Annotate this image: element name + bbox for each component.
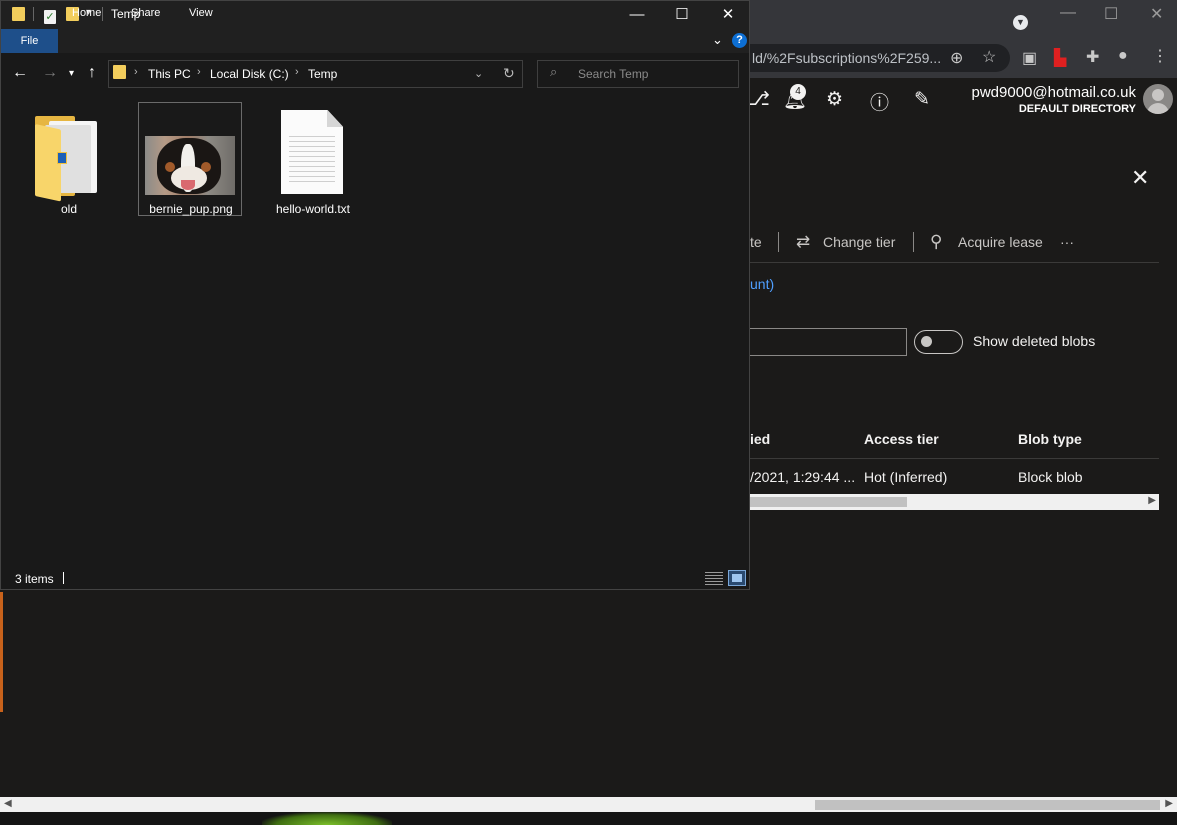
blade-close-icon[interactable]: ✕ xyxy=(1131,165,1149,191)
scroll-left-icon[interactable]: ◀ xyxy=(4,798,12,809)
tab-file[interactable]: File xyxy=(1,29,58,53)
pdf-extension-icon[interactable]: ▙ xyxy=(1054,48,1066,68)
folder-icon xyxy=(12,7,25,26)
column-header-blob-type[interactable]: Blob type xyxy=(1018,431,1082,447)
page-horizontal-scrollbar[interactable]: ◀ ▶ xyxy=(0,797,1177,812)
close-button[interactable]: ✕ xyxy=(705,3,751,27)
acquire-lease-button[interactable]: Acquire lease xyxy=(958,234,1043,250)
bookmark-star-icon[interactable]: ☆ xyxy=(982,47,996,67)
breadcrumb-this-pc[interactable]: This PC xyxy=(148,67,191,81)
chrome-menu-icon[interactable]: ⋮ xyxy=(1152,46,1168,66)
divider xyxy=(750,458,1159,459)
item-label: hello-world.txt xyxy=(275,202,351,216)
browser-maximize-button[interactable]: ☐ xyxy=(1104,4,1118,24)
table-cell-blob-type: Block blob xyxy=(1018,469,1083,485)
show-deleted-label: Show deleted blobs xyxy=(973,333,1096,349)
cloud-shell-icon[interactable]: ⎇ xyxy=(748,88,770,111)
chevron-right-icon[interactable]: › xyxy=(295,66,299,78)
properties-icon[interactable]: ✓ xyxy=(44,7,56,25)
address-dropdown-icon[interactable]: ⌄ xyxy=(474,67,483,80)
separator xyxy=(102,7,103,21)
breadcrumb-local-disk[interactable]: Local Disk (C:) xyxy=(210,67,289,81)
acquire-lease-icon[interactable]: ⚲ xyxy=(930,232,942,252)
command-separator xyxy=(913,232,914,252)
profile-icon[interactable]: ● xyxy=(1118,47,1128,65)
maximize-button[interactable]: ☐ xyxy=(659,3,705,27)
status-divider xyxy=(63,572,64,584)
expand-ribbon-icon[interactable]: ⌄ xyxy=(712,32,723,48)
browser-minimize-button[interactable]: — xyxy=(1060,4,1076,22)
tab-search-icon[interactable]: ▼ xyxy=(1013,15,1028,30)
more-commands-button[interactable]: ··· xyxy=(1060,234,1074,250)
scrollbar-thumb[interactable] xyxy=(815,800,1160,810)
item-count: 3 items xyxy=(15,572,54,586)
scrollbar-thumb[interactable] xyxy=(750,497,907,507)
search-input[interactable]: Search Temp xyxy=(578,67,648,81)
desktop-wallpaper xyxy=(0,812,1177,825)
ribbon-tabs xyxy=(1,29,749,53)
show-deleted-toggle[interactable] xyxy=(914,330,963,354)
change-tier-button[interactable]: Change tier xyxy=(823,234,895,250)
account-link[interactable]: unt) xyxy=(750,276,774,292)
large-icons-view-icon[interactable] xyxy=(728,570,746,586)
user-email[interactable]: pwd9000@hotmail.co.uk xyxy=(972,84,1137,101)
change-tier-icon[interactable]: ⇄ xyxy=(796,232,810,252)
back-arrow-icon[interactable]: ← xyxy=(12,64,28,82)
recent-locations-icon[interactable]: ▾ xyxy=(69,68,74,79)
column-header-modified[interactable]: ied xyxy=(750,431,770,447)
scroll-right-icon[interactable]: ▶ xyxy=(1148,495,1156,506)
text-file-icon xyxy=(281,110,343,194)
details-view-icon[interactable] xyxy=(705,570,723,586)
list-item-image[interactable]: bernie_pup.png xyxy=(138,102,242,216)
blob-search-input[interactable] xyxy=(740,328,907,356)
tab-view[interactable]: View xyxy=(189,7,213,19)
table-cell-access-tier: Hot (Inferred) xyxy=(864,469,948,485)
chevron-right-icon[interactable]: › xyxy=(197,66,201,78)
file-explorer-window: ✓ ▾ Temp — ☐ ✕ File Home Share View ⌄ ? … xyxy=(0,0,750,590)
help-icon[interactable]: ⓘ xyxy=(870,88,889,115)
column-header-access-tier[interactable]: Access tier xyxy=(864,431,939,447)
item-label: old xyxy=(60,202,77,216)
forward-arrow-icon[interactable]: → xyxy=(42,64,58,82)
minimize-button[interactable]: — xyxy=(614,3,660,27)
image-thumbnail xyxy=(145,136,235,195)
breadcrumb-temp[interactable]: Temp xyxy=(308,67,337,81)
settings-gear-icon[interactable]: ⚙ xyxy=(826,88,843,111)
list-item-folder[interactable]: old xyxy=(17,102,121,216)
table-cell-modified: /2021, 1:29:44 ... xyxy=(750,469,856,485)
directory-name: DEFAULT DIRECTORY xyxy=(1018,103,1136,115)
up-arrow-icon[interactable]: ↑ xyxy=(88,64,96,82)
wallpaper-leaf xyxy=(262,812,392,825)
scroll-right-icon[interactable]: ▶ xyxy=(1165,798,1173,809)
background-window-edge xyxy=(0,592,3,712)
extensions-puzzle-icon[interactable]: ✚ xyxy=(1086,47,1099,67)
list-item-text-file[interactable]: hello-world.txt xyxy=(261,102,365,216)
folder-icon xyxy=(35,116,97,202)
avatar[interactable] xyxy=(1143,84,1173,114)
divider xyxy=(750,262,1159,263)
extension-icon[interactable]: ▣ xyxy=(1022,48,1037,68)
help-icon[interactable]: ? xyxy=(732,33,747,48)
address-bar-url: ld/%2Fsubscriptions%2F259... xyxy=(752,50,942,66)
feedback-icon[interactable]: ✎ xyxy=(914,88,930,111)
tab-home[interactable]: Home xyxy=(72,7,101,19)
search-icon: ⌕ xyxy=(550,64,558,79)
truncated-command[interactable]: te xyxy=(750,234,762,250)
status-bar xyxy=(1,567,749,589)
table-horizontal-scrollbar[interactable]: ▶ xyxy=(750,494,1159,510)
chevron-right-icon[interactable]: › xyxy=(134,66,138,78)
folder-icon xyxy=(113,65,126,84)
refresh-icon[interactable]: ↻ xyxy=(503,65,515,82)
notification-count-badge: 4 xyxy=(790,84,806,100)
item-label: bernie_pup.png xyxy=(149,202,233,216)
separator xyxy=(33,7,34,21)
command-separator xyxy=(778,232,779,252)
browser-close-button[interactable]: ✕ xyxy=(1150,4,1163,24)
tab-share[interactable]: Share xyxy=(131,7,160,19)
zoom-icon[interactable]: ⊕ xyxy=(950,48,963,68)
